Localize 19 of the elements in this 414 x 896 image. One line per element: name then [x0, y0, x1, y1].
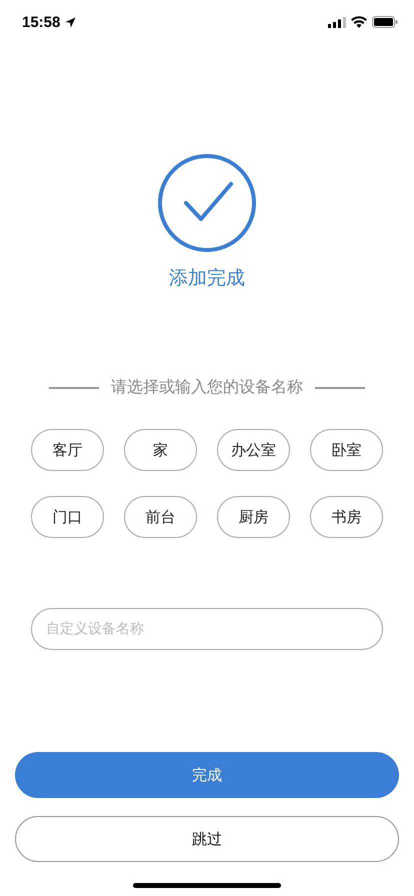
name-chip[interactable]: 前台 [124, 496, 197, 538]
battery-icon [372, 16, 398, 28]
checkmark-circle-icon [157, 153, 257, 253]
prompt-text: 请选择或输入您的设备名称 [111, 377, 303, 398]
name-chip[interactable]: 卧室 [310, 429, 383, 471]
done-button[interactable]: 完成 [15, 752, 399, 798]
device-name-field[interactable]: 自定义设备名称 [31, 608, 383, 650]
name-chip[interactable]: 客厅 [31, 429, 104, 471]
name-chip[interactable]: 门口 [31, 496, 104, 538]
signal-icon [328, 16, 346, 28]
wifi-icon [351, 16, 367, 28]
name-chip[interactable]: 书房 [310, 496, 383, 538]
success-title: 添加完成 [169, 266, 245, 291]
name-chip[interactable]: 办公室 [217, 429, 290, 471]
name-chip[interactable]: 家 [124, 429, 197, 471]
name-chip[interactable]: 厨房 [217, 496, 290, 538]
skip-button[interactable]: 跳过 [15, 816, 399, 862]
location-arrow-icon [65, 16, 76, 28]
status-time: 15:58 [22, 14, 60, 30]
